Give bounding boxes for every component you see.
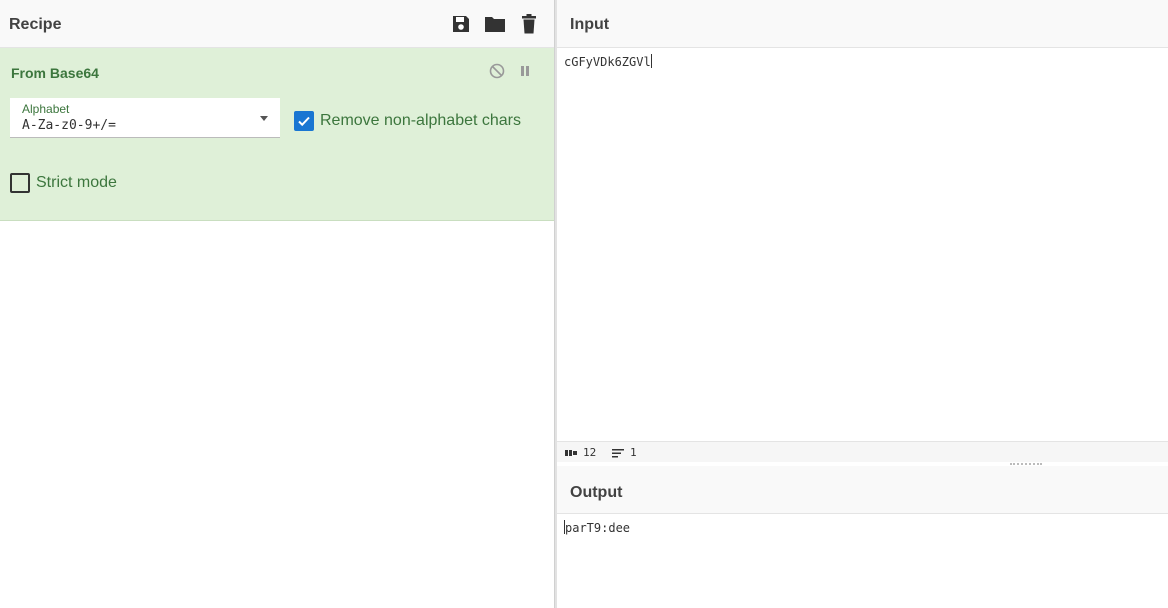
operation-title: From Base64 [11,65,99,81]
chevron-down-icon [260,116,268,121]
output-title: Output [570,484,623,501]
lines-stat: 1 [612,446,637,459]
operation-controls [488,62,534,80]
recipe-pane: Recipe From Base64 Alphabet A-Za-z0-9+/=… [0,0,554,608]
abc-icon [565,449,577,456]
output-textarea[interactable]: parT9:dee [564,520,1158,535]
length-value: 12 [583,446,597,459]
input-title: Input [570,16,610,33]
checkbox-checked-icon [294,111,314,131]
trash-icon[interactable] [518,13,540,35]
alphabet-label: Alphabet [22,102,70,116]
recipe-toolbar [450,13,540,35]
strict-mode-label: Strict mode [36,174,117,191]
text-cursor [650,54,652,68]
lines-value: 1 [630,446,637,459]
folder-icon[interactable] [484,13,506,35]
disable-icon[interactable] [488,62,506,80]
strict-mode-checkbox[interactable]: Strict mode [10,173,117,193]
save-icon[interactable] [450,13,472,35]
operation-from-base64: From Base64 Alphabet A-Za-z0-9+/= Remove… [0,48,554,221]
input-header: Input [557,0,1168,48]
recipe-title: Recipe [9,16,62,33]
length-stat: 12 [565,446,596,459]
remove-non-alphabet-checkbox[interactable]: Remove non-alphabet chars [294,111,521,131]
output-text: parT9:dee [565,521,631,535]
input-textarea[interactable]: cGFyVDk6ZGVl [564,54,1158,69]
checkbox-unchecked-icon [10,173,30,193]
alphabet-value: A-Za-z0-9+/= [22,118,116,133]
input-status-bar: 12 1 [557,441,1168,462]
input-pane: Input cGFyVDk6ZGVl 12 1 [557,0,1168,462]
output-pane: Output parT9:dee [557,466,1168,608]
resize-handle[interactable] [1010,463,1042,465]
output-header: Output [557,466,1168,514]
lines-icon [612,448,624,457]
input-text: cGFyVDk6ZGVl [564,55,651,69]
recipe-header: Recipe [0,0,554,48]
remove-non-alphabet-label: Remove non-alphabet chars [320,112,522,129]
alphabet-select[interactable]: Alphabet A-Za-z0-9+/= [10,98,280,138]
pause-icon[interactable] [516,62,534,80]
